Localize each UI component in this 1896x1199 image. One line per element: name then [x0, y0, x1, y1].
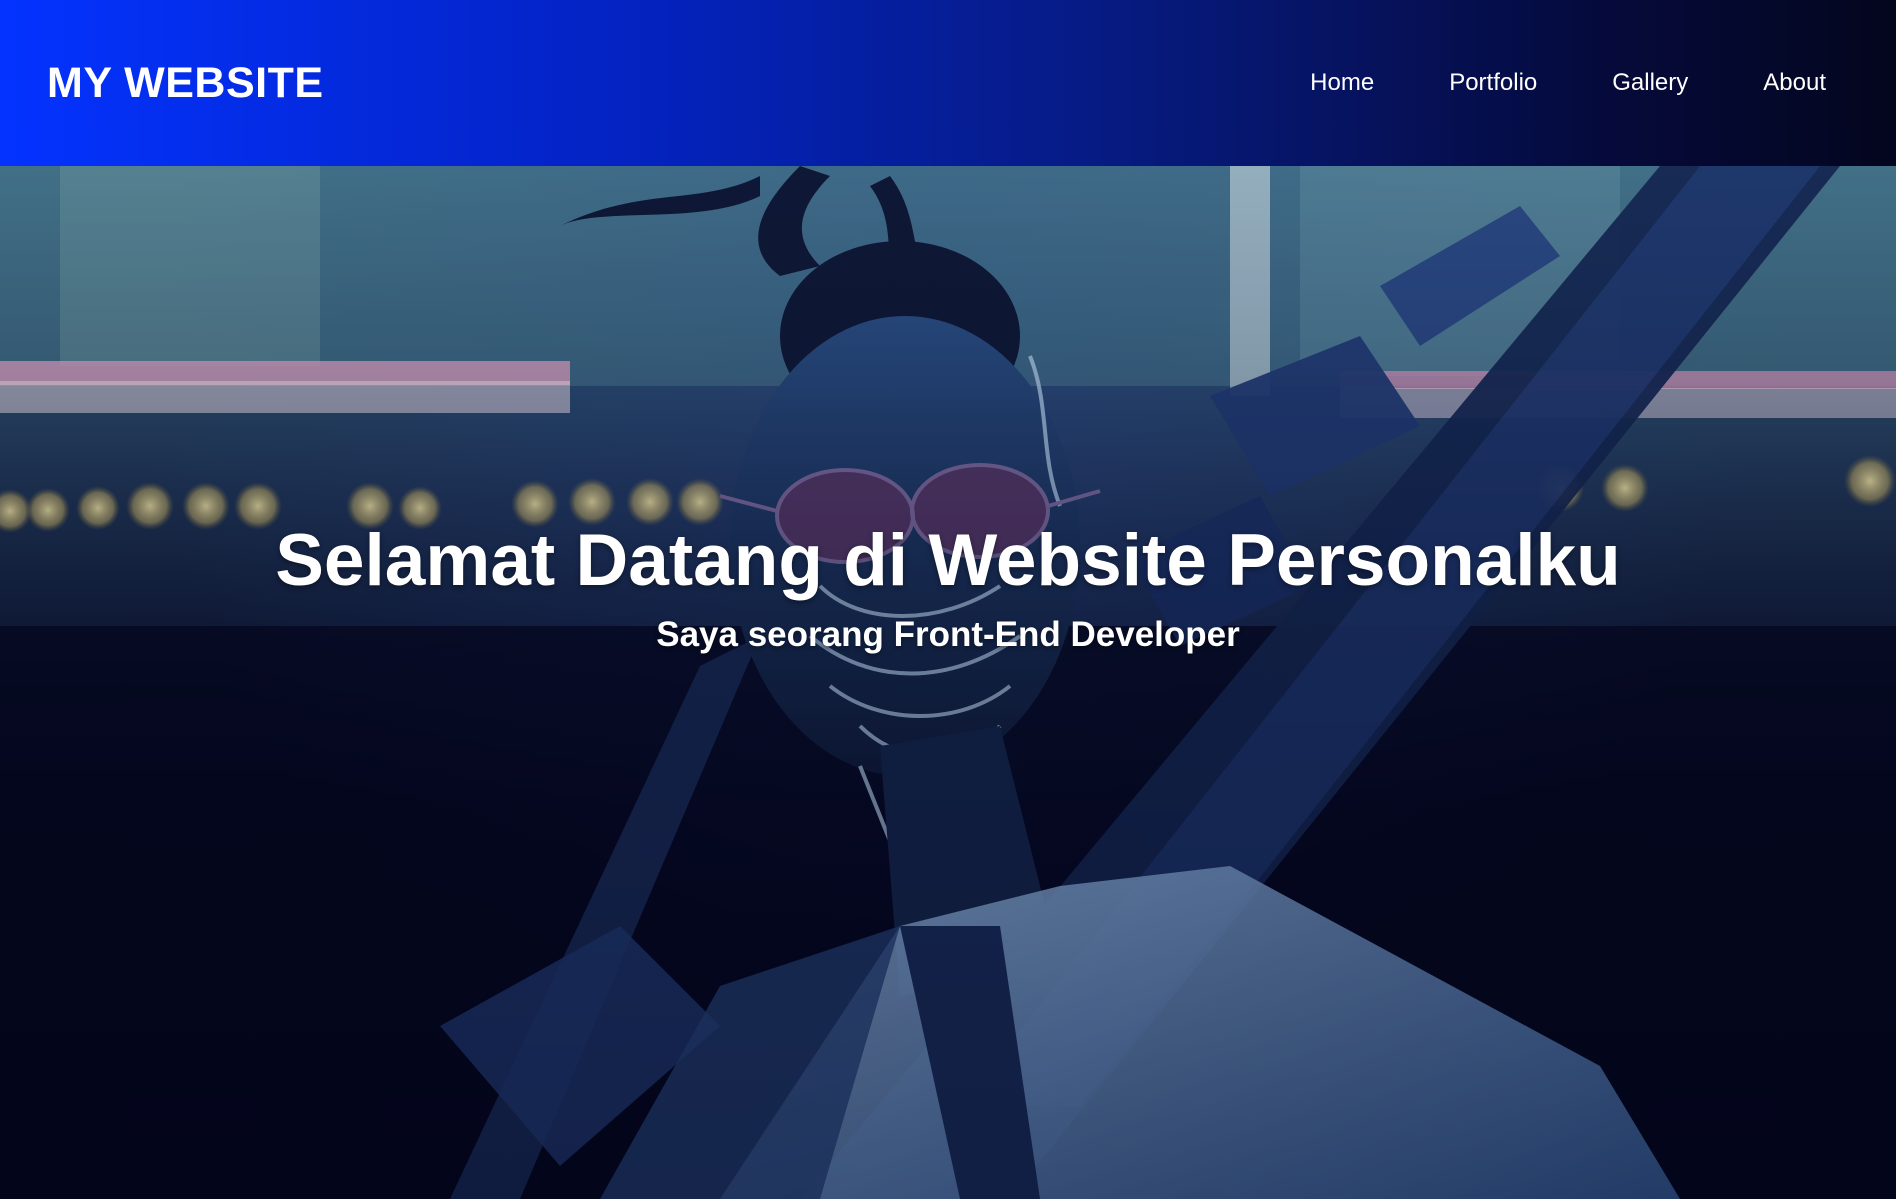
hero-title: Selamat Datang di Website Personalku: [275, 520, 1621, 601]
nav-link-about[interactable]: About: [1763, 69, 1826, 97]
nav-link-portfolio[interactable]: Portfolio: [1449, 69, 1537, 97]
hero-text-block: Selamat Datang di Website Personalku Say…: [0, 520, 1896, 655]
main-nav: Home Portfolio Gallery About: [1235, 69, 1826, 97]
hero-dark-overlay: [0, 166, 1896, 1199]
hero-section: Selamat Datang di Website Personalku Say…: [0, 166, 1896, 1199]
site-header: MY WEBSITE Home Portfolio Gallery About: [0, 0, 1896, 166]
site-logo[interactable]: MY WEBSITE: [47, 59, 324, 108]
hero-subtitle: Saya seorang Front-End Developer: [656, 615, 1240, 655]
nav-link-gallery[interactable]: Gallery: [1612, 69, 1688, 97]
nav-link-home[interactable]: Home: [1310, 69, 1374, 97]
